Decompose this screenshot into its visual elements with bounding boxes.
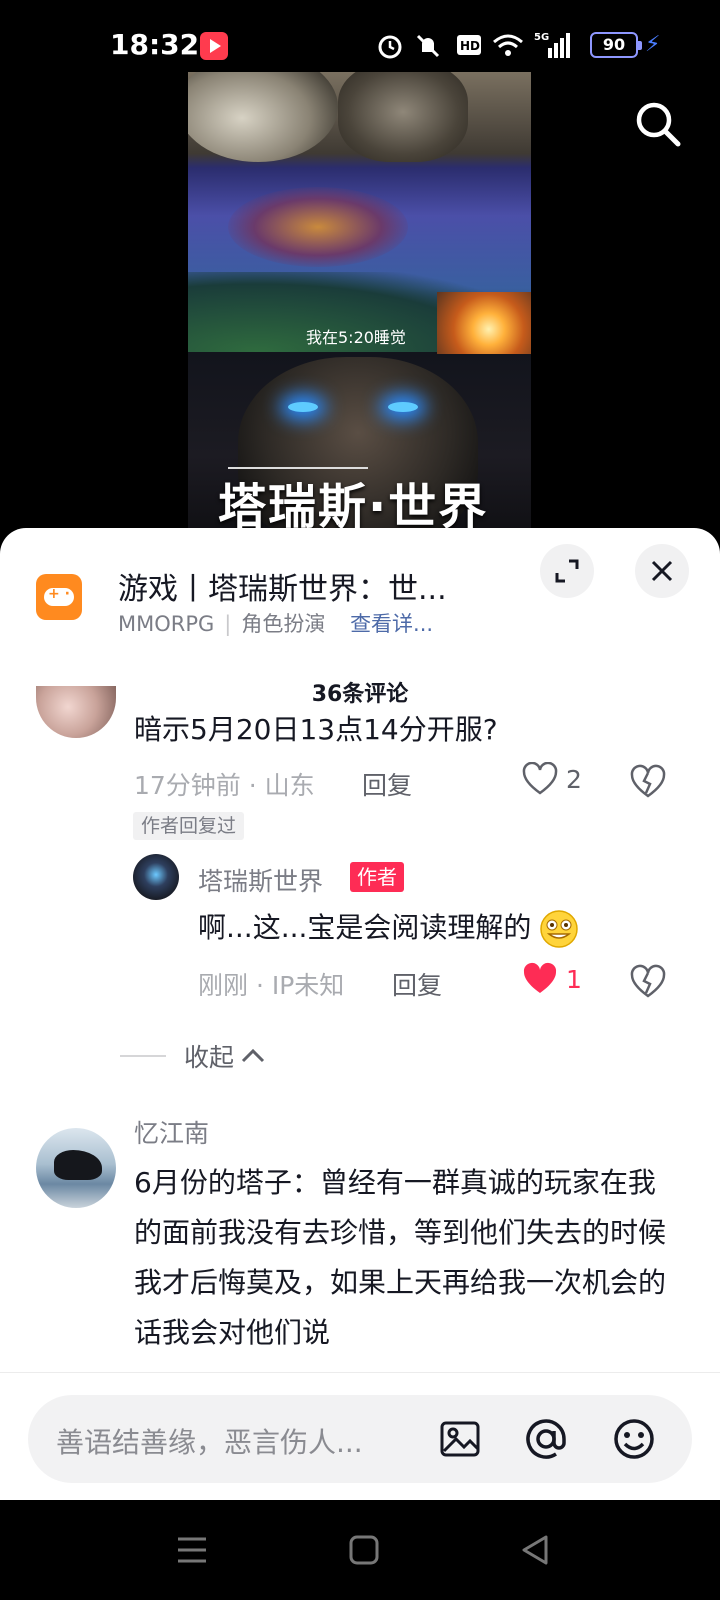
explosion-inset-image: [437, 292, 531, 354]
horse-image: [54, 1150, 102, 1180]
wifi-icon: [493, 34, 523, 56]
video-player[interactable]: 我在5:20睡觉 塔瑞斯·世界: [0, 72, 720, 552]
genre-separator: |: [224, 612, 232, 636]
hd-icon: HD: [457, 35, 481, 55]
reply-text: 啊...这...宝是会阅读理解的: [198, 911, 532, 944]
charging-icon: ⚡: [645, 32, 661, 57]
game-subtitle: MMORPG | 角色扮演 查看详...: [118, 608, 433, 638]
grinning-emoji-icon: [540, 910, 579, 948]
genre-roleplay: 角色扮演: [241, 612, 326, 636]
status-bar: 18:32 HD 5G 90 ⚡: [0, 0, 720, 72]
close-button[interactable]: [635, 544, 689, 598]
reply-author-name[interactable]: 塔瑞斯世界: [198, 862, 323, 898]
comment-input[interactable]: 善语结善缘，恶言伤人...: [28, 1395, 692, 1483]
collapse-label: 收起: [184, 1043, 235, 1072]
video-caption: 我在5:20睡觉: [306, 328, 406, 347]
avatar[interactable]: [36, 1128, 116, 1208]
commenter-name[interactable]: 忆江南: [134, 1114, 209, 1150]
expand-icon: [555, 559, 579, 583]
game-controller-icon[interactable]: [36, 574, 82, 620]
emoji-icon[interactable]: [612, 1417, 656, 1461]
video-app-notification-icon: [200, 32, 228, 60]
menu-icon[interactable]: [172, 1530, 212, 1570]
mute-icon: [416, 34, 440, 58]
alarm-icon: [378, 35, 402, 59]
system-nav-bar: [0, 1500, 720, 1600]
mention-icon[interactable]: [524, 1417, 568, 1461]
chevron-up-icon: [241, 1048, 265, 1063]
comment-input-bar: 善语结善缘，恶言伤人...: [0, 1372, 720, 1500]
avatar[interactable]: [36, 686, 116, 738]
author-replied-badge: 作者回复过: [133, 812, 245, 840]
image-picker-icon[interactable]: [438, 1417, 482, 1461]
like-count: 2: [566, 764, 582, 794]
collapse-divider: [120, 1055, 166, 1057]
comment-input-placeholder: 善语结善缘，恶言伤人...: [56, 1426, 363, 1459]
lion-left-eye: [288, 402, 318, 412]
like-count: 1: [566, 964, 582, 994]
collapse-replies-button[interactable]: 收起: [120, 1038, 266, 1074]
axe-blade-image: [188, 72, 338, 162]
author-avatar[interactable]: [133, 854, 179, 900]
game-logo-text: 塔瑞斯·世界: [218, 479, 489, 535]
reply-text-row: 啊...这...宝是会阅读理解的: [198, 906, 579, 949]
lion-right-eye: [388, 402, 418, 412]
dislike-broken-heart-icon[interactable]: [630, 964, 666, 1000]
genre-mmorpg: MMORPG: [118, 612, 215, 636]
svg-text:HD: HD: [460, 39, 480, 53]
signal-5g-icon: 5G: [534, 32, 570, 58]
heart-filled-icon: [523, 962, 557, 993]
dislike-broken-heart-icon[interactable]: [630, 764, 666, 800]
reply-button[interactable]: 回复: [392, 966, 442, 1002]
comment-text: 暗示5月20日13点14分开服?: [134, 713, 498, 746]
video-frame: 我在5:20睡觉 塔瑞斯·世界: [188, 72, 531, 552]
world-tree-image: [228, 187, 408, 267]
comment-text: 6月份的塔子：曾经有一群真诚的玩家在我的面前我没有去珍惜，等到他们失去的时候我才…: [134, 1166, 667, 1349]
comment-sheet: 游戏丨塔瑞斯世界：世... MMORPG|角色扮演 查看详... 36条评论 暗…: [0, 528, 720, 1500]
svg-text:5G: 5G: [534, 32, 549, 43]
view-details-link[interactable]: 查看详...: [350, 612, 433, 636]
home-square-icon[interactable]: [344, 1530, 384, 1570]
author-tag: 作者: [350, 862, 404, 892]
status-time: 18:32: [110, 28, 200, 61]
like-button[interactable]: 2: [522, 762, 582, 796]
like-button-active[interactable]: 1: [522, 962, 582, 996]
close-icon: [651, 560, 673, 582]
search-icon[interactable]: [632, 98, 684, 150]
expand-button[interactable]: [540, 544, 594, 598]
game-title[interactable]: 游戏丨塔瑞斯世界：世...: [118, 564, 447, 608]
comment-meta: 17分钟前 · 山东: [134, 771, 315, 800]
battery-icon: 90: [590, 32, 642, 58]
reply-meta: 刚刚 · IP未知: [198, 971, 345, 1000]
back-triangle-icon[interactable]: [516, 1530, 556, 1570]
reply-button[interactable]: 回复: [362, 766, 412, 802]
gauntlet-image: [338, 72, 468, 162]
heart-outline-icon: [522, 762, 558, 795]
